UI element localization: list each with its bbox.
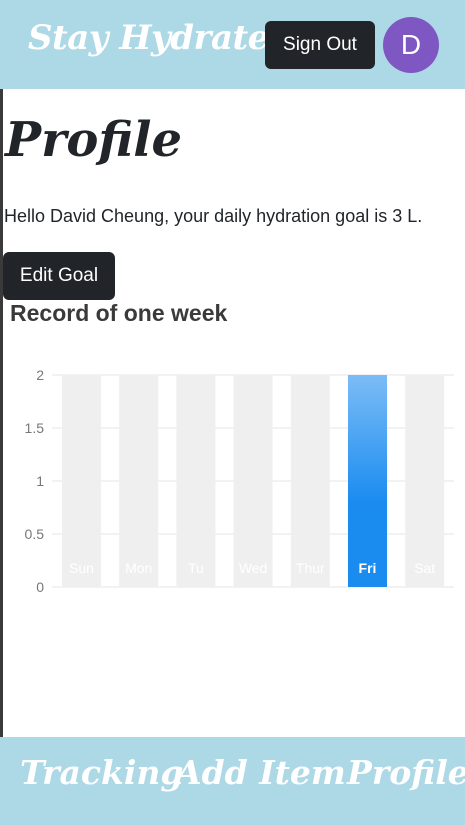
y-tick-label: 1	[36, 473, 44, 489]
sign-out-button[interactable]: Sign Out	[265, 21, 375, 69]
app-brand[interactable]: Stay Hydrated	[28, 18, 293, 58]
top-header: Stay Hydrated Sign Out D	[0, 0, 465, 89]
bar-background	[290, 375, 330, 587]
weekly-chart: 0 0.5 1 1.5 2 Sun Mon Tu Wed Thur Fri Sat	[25, 367, 454, 595]
x-category-label: Fri	[359, 560, 377, 576]
nav-tracking[interactable]: Tracking	[20, 753, 184, 792]
bar-background	[62, 375, 101, 587]
greeting-text: Hello David Cheung, your daily hydration…	[4, 206, 423, 226]
page-title: Profile	[5, 112, 183, 168]
y-tick-label: 0.5	[25, 526, 45, 542]
bar-background	[233, 375, 273, 587]
y-tick-label: 2	[36, 367, 44, 383]
bar-background	[405, 375, 445, 587]
bar-fri[interactable]	[348, 375, 387, 587]
nav-profile[interactable]: Profile	[347, 753, 465, 792]
x-category-label: Sat	[414, 560, 435, 576]
x-category-label: Mon	[125, 560, 152, 576]
x-category-label: Tu	[188, 560, 204, 576]
bar-background	[119, 375, 159, 587]
y-tick-label: 1.5	[25, 420, 45, 436]
x-category-label: Wed	[239, 560, 268, 576]
nav-add-item[interactable]: Add Item	[176, 753, 346, 792]
x-category-label: Thur	[296, 560, 325, 576]
y-tick-label: 0	[36, 579, 44, 595]
bar-background	[176, 375, 216, 587]
x-category-label: Sun	[69, 560, 94, 576]
section-title: Record of one week	[10, 300, 228, 326]
avatar[interactable]: D	[383, 17, 439, 73]
edit-goal-button[interactable]: Edit Goal	[3, 252, 115, 300]
